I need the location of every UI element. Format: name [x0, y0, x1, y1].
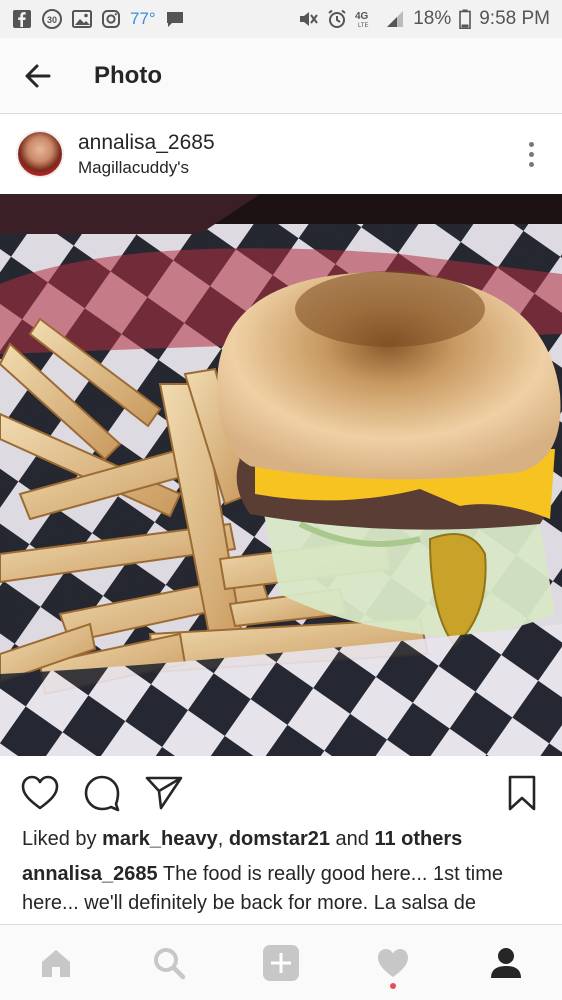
- share-button[interactable]: [142, 771, 186, 815]
- heart-icon: [21, 775, 59, 810]
- nav-profile[interactable]: [476, 933, 536, 993]
- mute-icon: [297, 9, 319, 29]
- battery-percent: 18%: [413, 8, 452, 29]
- save-button[interactable]: [500, 771, 544, 815]
- network-4g-icon: 4G LTE: [355, 9, 377, 29]
- likes-and: and: [330, 828, 375, 850]
- activity-icon: [378, 948, 409, 977]
- likes-separator: ,: [217, 828, 229, 850]
- post-location[interactable]: Magillacuddy's: [78, 158, 215, 178]
- nav-add[interactable]: [251, 933, 311, 993]
- likes-summary: Liked by mark_heavy, domstar21 and 11 ot…: [22, 828, 552, 851]
- liker-link[interactable]: domstar21: [229, 828, 330, 850]
- clock: 9:58 PM: [479, 8, 550, 29]
- back-button[interactable]: [0, 38, 76, 114]
- comment-button[interactable]: [80, 771, 124, 815]
- svg-text:LTE: LTE: [358, 23, 369, 29]
- more-vertical-icon: [528, 141, 534, 147]
- message-icon: [165, 9, 185, 29]
- caption-username[interactable]: annalisa_2685: [22, 863, 158, 885]
- burger-and-fries-image: [0, 194, 562, 756]
- post-username[interactable]: annalisa_2685: [78, 131, 215, 155]
- app-bar: Photo: [0, 38, 562, 114]
- post-header: annalisa_2685 Magillacuddy's: [0, 115, 562, 193]
- nav-home[interactable]: [26, 933, 86, 993]
- svg-text:4G: 4G: [355, 11, 369, 22]
- page-title: Photo: [94, 61, 162, 89]
- likes-prefix: Liked by: [22, 828, 103, 850]
- bookmark-icon: [508, 775, 536, 811]
- post-photo[interactable]: [0, 194, 562, 756]
- profile-icon: [490, 947, 521, 978]
- liker-link[interactable]: mark_heavy: [102, 828, 218, 850]
- likes-others-link[interactable]: 11 others: [374, 828, 462, 850]
- more-options-button[interactable]: [516, 134, 546, 174]
- alarm-icon: [327, 9, 347, 29]
- notification-dot: [390, 982, 397, 989]
- gallery-icon: [72, 10, 92, 28]
- bottom-nav: [0, 924, 562, 1000]
- thirty-badge-icon: 30: [41, 8, 63, 30]
- battery-icon: [459, 9, 472, 29]
- like-button[interactable]: [18, 771, 62, 815]
- comment-icon: [84, 775, 120, 812]
- post-actions: [0, 768, 562, 818]
- home-icon: [42, 949, 71, 977]
- weather-temperature: 77°: [130, 9, 156, 28]
- avatar[interactable]: [16, 130, 64, 178]
- svg-text:30: 30: [47, 15, 57, 25]
- status-bar: 30 77° 4G LTE 18% 9:58 PM: [0, 0, 562, 38]
- facebook-icon: [12, 9, 32, 29]
- signal-icon: [385, 10, 405, 28]
- send-icon: [145, 776, 183, 810]
- user-block: annalisa_2685 Magillacuddy's: [78, 131, 215, 178]
- nav-activity[interactable]: [363, 933, 423, 993]
- search-icon: [153, 947, 185, 979]
- nav-search[interactable]: [139, 933, 199, 993]
- add-icon: [262, 944, 299, 981]
- post-caption: annalisa_2685 The food is really good he…: [22, 860, 547, 924]
- arrow-left-icon: [25, 64, 51, 87]
- instagram-icon: [101, 9, 121, 29]
